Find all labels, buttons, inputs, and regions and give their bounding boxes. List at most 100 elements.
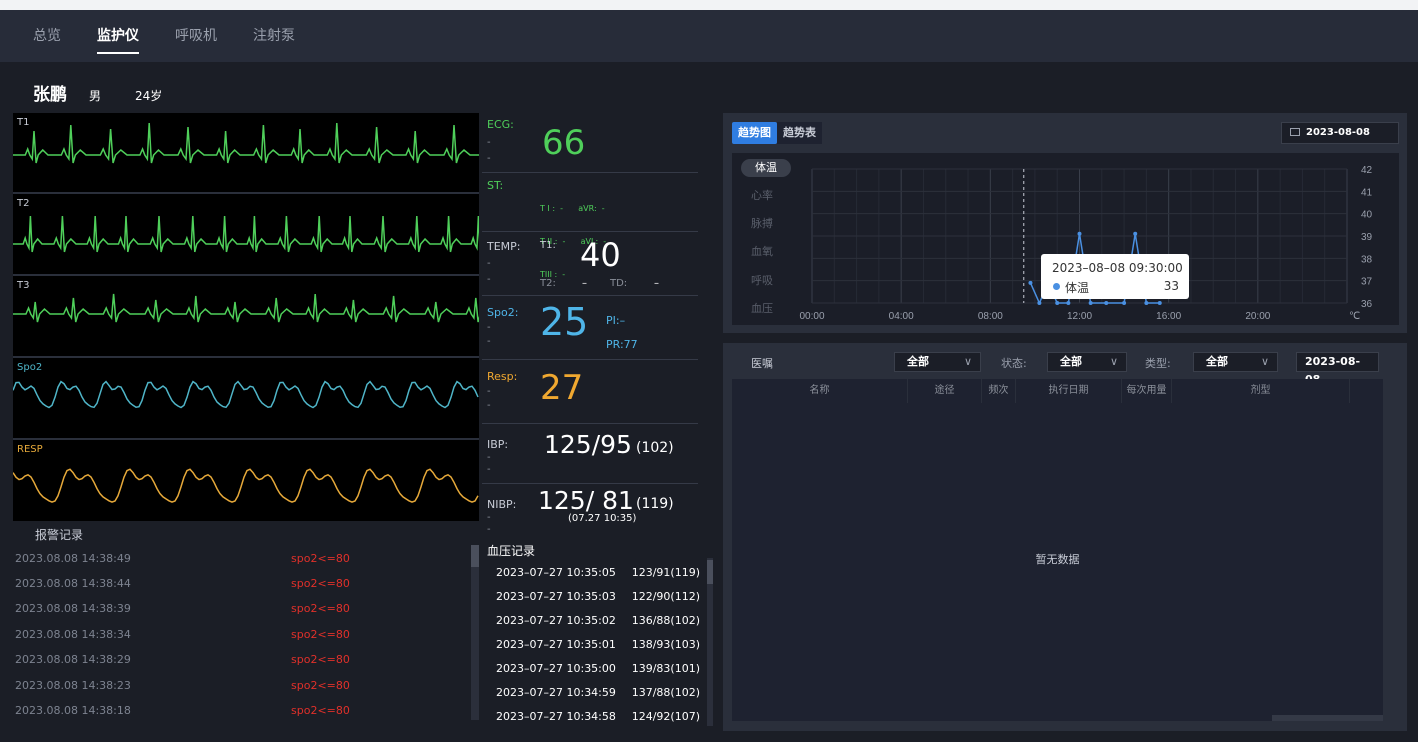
alarm-time: 2023.08.08 14:38:18	[15, 704, 131, 717]
bp-row: 2023–07–27 10:35:03 122/90(112)	[496, 590, 700, 603]
alarm-row: 2023.08.08 14:38:29 spo2<=80	[15, 653, 475, 666]
trend-panel: 趋势图 趋势表 2023-08-08 体温 心率 脉搏 血氧 呼吸 血压 42 4…	[723, 113, 1407, 333]
wave-spo2-trace	[13, 380, 479, 409]
bp-row: 2023–07–27 10:34:59 137/88(102)	[496, 686, 700, 699]
vitals-panel: ECG: - - 66 ST: T I : - aVR: - T II : - …	[482, 113, 698, 538]
waveform-panel: T1 T2 T3 Spo2 RESP	[13, 113, 479, 521]
bp-row: 2023–07–27 10:34:58 124/92(107)	[496, 710, 700, 723]
temp-value: 40	[580, 236, 621, 274]
col-frequency[interactable]: 频次	[982, 379, 1016, 403]
bp-row: 2023–07–27 10:35:05 123/91(119)	[496, 566, 700, 579]
orders-h-scrollbar[interactable]	[732, 715, 1383, 721]
alarm-message: spo2<=80	[291, 704, 350, 717]
select-value: 全部	[1060, 355, 1082, 368]
ibp-mean: (102)	[636, 440, 674, 456]
tab-trend-chart[interactable]: 趋势图	[732, 122, 777, 144]
top-strip	[0, 0, 1418, 10]
col-exec-date[interactable]: 执行日期	[1016, 379, 1122, 403]
data-point	[1144, 301, 1149, 305]
bp-title: 血压记录	[487, 544, 536, 558]
status-select[interactable]: 全部 ∨	[1047, 352, 1127, 372]
patient-name: 张鹏	[33, 85, 67, 105]
orders-table-body: 暂无数据	[732, 403, 1383, 715]
y-tick-label: 37	[1361, 277, 1373, 288]
spo2-pr: PR:77	[606, 338, 638, 351]
wave-spo2: Spo2	[13, 358, 479, 440]
orders-table-header: 名称 途径 频次 执行日期 每次用量 剂型	[732, 379, 1383, 403]
alarm-message: spo2<=80	[291, 577, 350, 590]
data-point	[1122, 301, 1127, 305]
tab-ventilator[interactable]: 呼吸机	[175, 10, 217, 62]
col-form[interactable]: 剂型	[1172, 379, 1350, 403]
x-tick-label: 12:00	[1067, 311, 1092, 322]
alarm-time: 2023.08.08 14:38:39	[15, 602, 131, 615]
bp-time: 2023–07–27 10:35:00	[496, 662, 616, 675]
st-line: T I : - aVR: -	[540, 204, 605, 213]
type-select[interactable]: 全部 ∨	[1193, 352, 1278, 372]
orders-filter-select[interactable]: 全部 ∨	[894, 352, 981, 372]
trend-plot: 42 41 40 39 38 37 36 00:00 04:00 08:00 12:00 16:00 2…	[799, 165, 1373, 322]
col-name[interactable]: 名称	[732, 379, 908, 403]
trend-view-toggle: 趋势图 趋势表	[732, 122, 822, 144]
x-tick-label: 16:00	[1156, 311, 1181, 322]
spo2-pi: PI:–	[606, 314, 626, 327]
spo2-dash: -	[487, 336, 491, 347]
trend-date-picker[interactable]: 2023-08-08	[1281, 122, 1399, 144]
alarm-time: 2023.08.08 14:38:34	[15, 628, 131, 641]
scrollbar-thumb[interactable]	[707, 560, 713, 584]
vital-temp: TEMP: - - T1: 40 T2: – TD: –	[482, 232, 698, 296]
alarm-title: 报警记录	[35, 528, 84, 542]
orders-title: 医嘱	[751, 357, 773, 370]
vital-ibp: IBP: - - 125/95 (102)	[482, 424, 698, 484]
st-label: ST:	[487, 179, 504, 192]
bp-value: 137/88(102)	[631, 686, 700, 699]
alarm-scrollbar[interactable]	[471, 545, 479, 720]
resp-label: Resp:	[487, 370, 518, 383]
bp-time: 2023–07–27 10:35:03	[496, 590, 616, 603]
temp-td-label: TD:	[610, 278, 628, 289]
bp-value: 138/93(103)	[631, 638, 700, 651]
y-tick-label: 40	[1361, 210, 1373, 221]
empty-state: 暂无数据	[1035, 553, 1080, 566]
alarm-row: 2023.08.08 14:38:23 spo2<=80	[15, 679, 475, 692]
orders-date-picker[interactable]: 2023-08-08	[1296, 352, 1379, 386]
alarm-row: 2023.08.08 14:38:49 spo2<=80	[15, 552, 475, 565]
temp-dash: -	[487, 258, 491, 269]
data-point	[1104, 301, 1109, 305]
bp-value: 139/83(101)	[631, 662, 700, 675]
chevron-down-icon: ∨	[1260, 355, 1269, 368]
ecg-dash: -	[487, 137, 491, 148]
alarm-time: 2023.08.08 14:38:23	[15, 679, 131, 692]
temp-t2-value: –	[582, 278, 587, 289]
tab-overview[interactable]: 总览	[33, 10, 61, 62]
scrollbar-thumb[interactable]	[471, 545, 479, 567]
ecg-label: ECG:	[487, 118, 514, 131]
tooltip-time: 2023–08–08 09:30:00	[1052, 261, 1183, 275]
wave-t1-trace	[13, 122, 479, 164]
spo2-dash: -	[487, 322, 491, 333]
alarm-row: 2023.08.08 14:38:39 spo2<=80	[15, 602, 475, 615]
tab-monitor[interactable]: 监护仪	[97, 10, 139, 62]
bp-scrollbar[interactable]	[707, 558, 713, 726]
vital-ecg: ECG: - - 66	[482, 113, 698, 173]
alarm-time: 2023.08.08 14:38:29	[15, 653, 131, 666]
scrollbar-thumb[interactable]	[732, 715, 1272, 721]
data-point	[1066, 301, 1071, 305]
tab-infusion-pump[interactable]: 注射泵	[253, 10, 295, 62]
alarm-row: 2023.08.08 14:38:18 spo2<=80	[15, 704, 475, 717]
wave-t1: T1	[13, 113, 479, 194]
temp-dash: -	[487, 274, 491, 285]
vital-spo2: Spo2: - - 25 PI:– PR:77	[482, 296, 698, 360]
tab-trend-table[interactable]: 趋势表	[777, 122, 822, 144]
col-route[interactable]: 途径	[908, 379, 982, 403]
resp-value: 27	[540, 368, 584, 408]
vital-st: ST: T I : - aVR: - T II : - aVL: - TIII …	[482, 173, 698, 279]
bp-time: 2023–07–27 10:34:59	[496, 686, 616, 699]
ecg-dash: -	[487, 153, 491, 164]
nibp-value: 125/ 81	[538, 486, 634, 515]
col-dose[interactable]: 每次用量	[1122, 379, 1172, 403]
trend-date: 2023-08-08	[1306, 127, 1370, 138]
trend-chart: 体温 心率 脉搏 血氧 呼吸 血压 42 41 40 39 38 37 36 00:00 04:…	[732, 153, 1399, 325]
x-tick-label: 04:00	[889, 311, 914, 322]
nibp-dash: -	[487, 512, 491, 523]
